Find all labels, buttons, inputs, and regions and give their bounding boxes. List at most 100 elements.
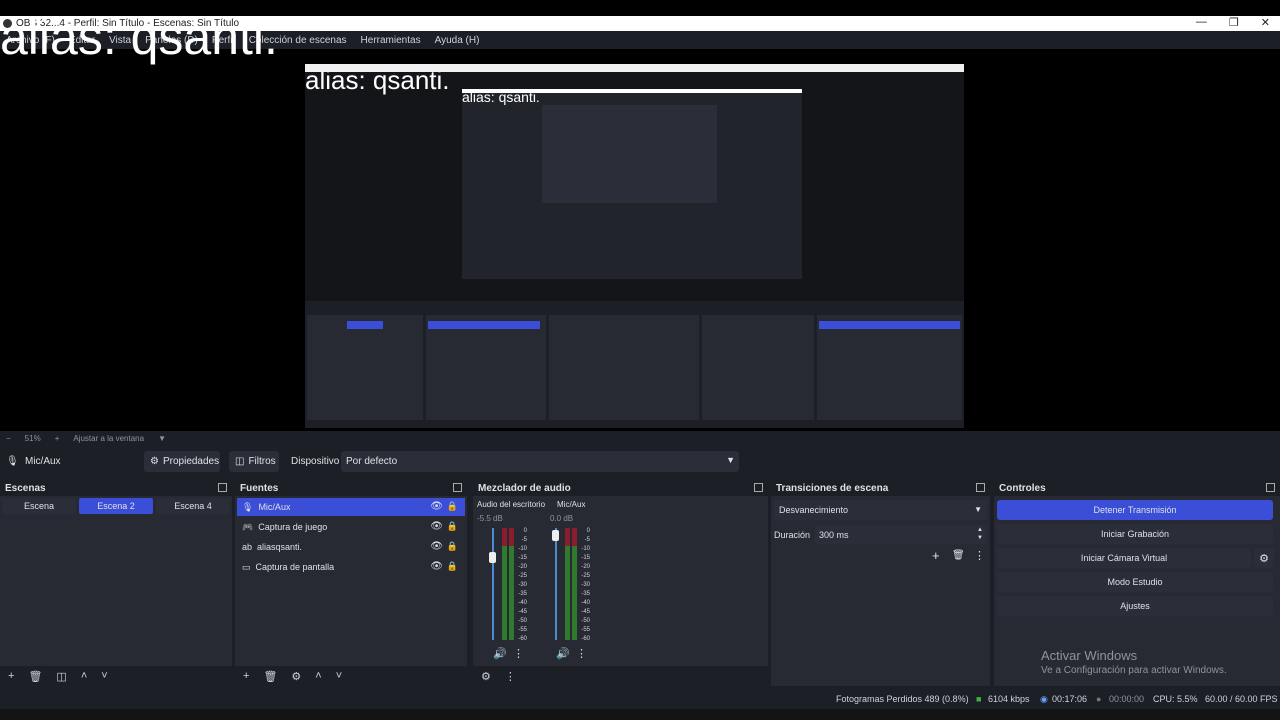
scene-item-escena-4[interactable]: Escena 4 — [156, 498, 230, 514]
undock-icon[interactable] — [1266, 483, 1275, 492]
visibility-eye-icon[interactable]: 👁 — [430, 561, 443, 572]
zoom-out-button[interactable]: − — [6, 434, 11, 443]
transitions-dock: Transiciones de escena Desvanecimiento ▼… — [771, 480, 990, 686]
duration-spinbox[interactable]: 300 ms ▲ ▼ — [815, 525, 987, 544]
scene-filters-button[interactable]: ◫ — [56, 670, 66, 683]
spin-arrows-icon[interactable]: ▲ ▼ — [977, 526, 983, 542]
microphone-icon: 🎙 — [242, 501, 254, 512]
gamepad-icon: 🎮 — [242, 521, 254, 532]
speaker-icon[interactable]: 🔊 — [556, 647, 570, 660]
preview-overlay-text: alias: qsanti. — [305, 65, 450, 95]
undock-icon[interactable] — [218, 483, 227, 492]
lock-icon[interactable]: 🔒 — [447, 521, 458, 532]
undock-icon[interactable] — [453, 483, 462, 492]
properties-label: Propiedades — [162, 456, 220, 467]
meter-peak — [565, 528, 570, 546]
sources-dock: Fuentes 🎙 Mic/Aux 👁 🔒 🎮 Captura de juego… — [235, 480, 467, 686]
remove-scene-button[interactable]: 🗑 — [28, 670, 42, 683]
move-source-up-button[interactable]: ˄ — [315, 670, 321, 682]
lock-icon[interactable]: 🔒 — [447, 501, 458, 512]
scene-item-escena-2[interactable]: Escena 2 — [79, 498, 153, 514]
record-status-icon: ● — [1096, 694, 1102, 704]
stream-status-icon: ◉ — [1040, 694, 1048, 704]
menu-ayuda[interactable]: Ayuda (H) — [435, 35, 480, 46]
transition-select[interactable]: Desvanecimiento ▼ — [774, 500, 987, 520]
channel-menu-icon[interactable]: ⋮ — [513, 647, 524, 660]
lock-icon[interactable]: 🔒 — [447, 541, 458, 552]
duration-value: 300 ms — [819, 529, 849, 540]
visibility-eye-icon[interactable]: 👁 — [430, 541, 443, 552]
zoom-dropdown-icon[interactable]: ▼ — [158, 434, 166, 443]
speaker-icon[interactable]: 🔊 — [493, 647, 507, 660]
monitor-icon: ▭ — [242, 561, 251, 572]
add-transition-button[interactable]: + — [932, 548, 940, 563]
fit-to-window[interactable]: Ajustar a la ventana — [73, 434, 144, 443]
source-item-aliasqsanti[interactable]: ab aliasqsanti. 👁 🔒 — [237, 538, 465, 556]
zoom-in-button[interactable]: + — [55, 434, 60, 443]
channel-db: -5.5 dB — [477, 514, 503, 523]
remove-transition-button[interactable]: 🗑 — [952, 550, 965, 561]
mixer-menu-icon[interactable]: ⋮ — [505, 670, 516, 683]
properties-button[interactable]: ⚙ Propiedades — [144, 451, 220, 472]
transitions-title: Transiciones de escena — [776, 482, 889, 494]
device-value: Por defecto — [346, 456, 398, 467]
undock-icon[interactable] — [754, 483, 763, 492]
meter-level — [565, 546, 570, 640]
move-scene-up-button[interactable]: ˄ — [81, 670, 87, 682]
source-label: Mic/Aux — [258, 502, 291, 512]
preview-recursive-image: alias: qsanti. alias: qsanti. — [305, 64, 964, 428]
transition-value: Desvanecimiento — [779, 505, 849, 515]
undock-icon[interactable] — [976, 483, 985, 492]
add-scene-button[interactable]: + — [8, 670, 14, 682]
volume-fader-knob[interactable] — [489, 552, 496, 563]
studio-mode-button[interactable]: Modo Estudio — [997, 572, 1273, 592]
source-properties-button[interactable]: ⚙ — [291, 670, 301, 683]
duration-label: Duración — [774, 530, 811, 540]
source-item-captura-pantalla[interactable]: ▭ Captura de pantalla 👁 🔒 — [237, 558, 465, 576]
source-item-captura-juego[interactable]: 🎮 Captura de juego 👁 🔒 — [237, 518, 465, 536]
virtual-camera-settings-gear-icon[interactable]: ⚙ — [1254, 548, 1274, 568]
stream-overlay-text: alias: qsanti. — [0, 9, 278, 65]
menu-herramientas[interactable]: Herramientas — [361, 35, 421, 46]
channel-name: Audio del escritorio — [477, 500, 546, 509]
device-select[interactable]: Por defecto ▼ — [341, 451, 739, 472]
add-source-button[interactable]: + — [243, 670, 249, 682]
settings-button[interactable]: Ajustes — [997, 596, 1273, 616]
audio-mixer-dock: Mezclador de audio Audio del escritorio … — [473, 480, 768, 686]
move-source-down-button[interactable]: ˅ — [336, 670, 342, 682]
zoom-bar: − 51% + Ajustar a la ventana ▼ — [0, 431, 1280, 446]
source-item-mic-aux[interactable]: 🎙 Mic/Aux 👁 🔒 — [237, 498, 465, 516]
filters-button[interactable]: ◫ Filtros — [229, 451, 279, 472]
meter-scale: 0 -5 -10 -15 -20 -25 -30 -35 -40 -45 -50 -55 -60 — [518, 528, 527, 642]
start-recording-button[interactable]: Iniciar Grabación — [997, 524, 1273, 544]
mixer-title: Mezclador de audio — [478, 482, 571, 494]
remove-source-button[interactable]: 🗑 — [263, 670, 277, 683]
status-bar: Fotogramas Perdidos 489 (0.8%) ■ 6104 kb… — [0, 690, 1280, 709]
transition-menu-icon[interactable]: ⋮ — [974, 549, 985, 562]
text-icon: ab — [242, 542, 253, 552]
restore-button[interactable]: ❐ — [1229, 16, 1239, 29]
channel-menu-icon[interactable]: ⋮ — [576, 647, 587, 660]
stream-time: 00:17:06 — [1052, 694, 1088, 704]
channel-name: Mic/Aux — [557, 500, 586, 509]
meter-peak — [502, 528, 507, 546]
stop-streaming-button[interactable]: Detener Transmisión — [997, 500, 1273, 520]
visibility-eye-icon[interactable]: 👁 — [430, 501, 443, 512]
channel-db: 0.0 dB — [550, 514, 574, 523]
volume-fader-knob[interactable] — [552, 530, 559, 541]
start-virtual-camera-button[interactable]: Iniciar Cámara Virtual — [997, 548, 1251, 568]
windows-taskbar — [0, 709, 1280, 720]
dropped-frames: Fotogramas Perdidos 489 (0.8%) — [836, 694, 969, 704]
preview-innermost-level — [542, 105, 717, 203]
visibility-eye-icon[interactable]: 👁 — [430, 521, 443, 532]
controls-title: Controles — [999, 482, 1046, 494]
close-button[interactable]: ✕ — [1261, 16, 1270, 29]
lock-icon[interactable]: 🔒 — [447, 561, 458, 572]
minimize-button[interactable]: — — [1196, 16, 1207, 29]
mixer-settings-icon[interactable]: ⚙ — [481, 670, 491, 683]
gear-icon: ⚙ — [150, 456, 159, 467]
volume-fader-track[interactable] — [492, 528, 494, 640]
scene-item-escena[interactable]: Escena — [2, 498, 76, 514]
volume-fader-track[interactable] — [555, 528, 557, 640]
move-scene-down-button[interactable]: ˅ — [101, 670, 107, 682]
